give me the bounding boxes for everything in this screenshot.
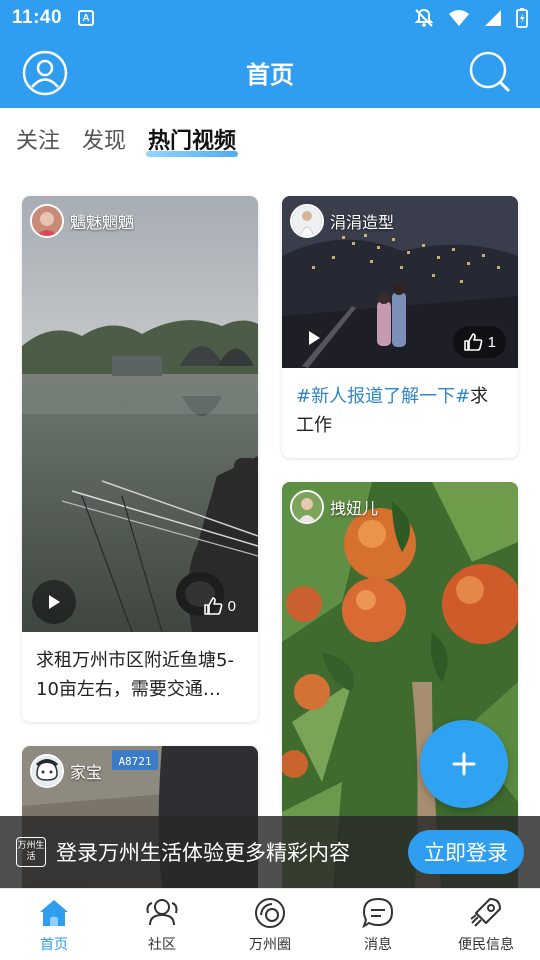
user-avatar-icon <box>22 50 68 96</box>
rocket-icon <box>470 898 501 927</box>
bottom-navigation: 首页 社区 万州圈 消息 便民信息 <box>0 888 540 960</box>
author-avatar <box>290 490 324 524</box>
plate-text: A8721 <box>118 755 151 768</box>
video-thumbnail: 魑魅魍魉 0 <box>22 196 258 632</box>
nav-convenience-info[interactable]: 便民信息 <box>432 889 540 960</box>
feed-card-fishing[interactable]: 魑魅魍魉 0 求租万州市区附近鱼塘5-10亩左右，需要交通… <box>22 196 258 722</box>
circle-icon <box>255 898 285 928</box>
card-caption: #新人报道了解一下#求工作 <box>296 386 489 436</box>
category-tabs: 关注 发现 热门视频 <box>0 108 540 170</box>
signal-icon <box>485 10 501 26</box>
login-prompt-banner: 万州生活 登录万州生活体验更多精彩内容 立即登录 <box>0 816 540 888</box>
play-button[interactable] <box>32 580 76 624</box>
thumbs-up-icon <box>463 333 483 351</box>
nav-wanzhou-circle[interactable]: 万州圈 <box>216 889 324 960</box>
hashtag[interactable]: #新人报道了解一下# <box>296 386 470 407</box>
notification-a-icon: A <box>78 10 95 26</box>
app-bar: 首页 <box>0 36 540 108</box>
feed-card-night[interactable]: 涓涓造型 1 #新人报道了解一下#求工作 <box>282 196 518 458</box>
battery-icon <box>516 8 528 28</box>
card-author[interactable]: 魑魅魍魉 <box>30 204 134 238</box>
profile-button[interactable] <box>22 50 68 96</box>
login-prompt-text: 登录万州生活体验更多精彩内容 <box>56 841 350 865</box>
home-icon <box>40 900 68 926</box>
nav-home[interactable]: 首页 <box>0 889 108 960</box>
search-icon <box>469 51 510 92</box>
card-caption: 求租万州市区附近鱼塘5-10亩左右，需要交通… <box>36 650 234 700</box>
like-count: 0 <box>227 597 236 615</box>
page-title: 首页 <box>246 60 294 89</box>
status-icons <box>414 8 528 28</box>
play-icon <box>309 331 320 345</box>
app-screen: 11:40 A 首页 关注 发现 热门视频 魑魅魍魉 0 求租万州市区附近鱼塘5… <box>0 0 540 960</box>
author-name: 涓涓造型 <box>330 213 395 232</box>
nav-community[interactable]: 社区 <box>108 889 216 960</box>
search-button[interactable] <box>468 50 512 94</box>
author-name: 拽妞儿 <box>330 499 379 518</box>
card-author[interactable]: 家宝 <box>30 754 102 788</box>
author-avatar <box>30 754 64 788</box>
login-button[interactable]: 立即登录 <box>408 830 524 874</box>
message-icon <box>362 897 394 929</box>
card-author[interactable]: 拽妞儿 <box>290 490 378 524</box>
play-button[interactable] <box>296 320 332 356</box>
bell-off-icon <box>414 8 434 27</box>
author-name: 魑魅魍魉 <box>70 213 135 232</box>
author-avatar <box>290 204 324 238</box>
fishing-scene-image <box>22 196 258 632</box>
tab-discover[interactable]: 发现 <box>82 123 126 155</box>
status-time: 11:40 <box>12 7 63 28</box>
nav-messages[interactable]: 消息 <box>324 889 432 960</box>
card-author[interactable]: 涓涓造型 <box>290 204 394 238</box>
create-post-button[interactable] <box>420 720 508 808</box>
status-bar: 11:40 A <box>0 0 540 36</box>
like-button[interactable]: 0 <box>193 590 246 622</box>
like-button[interactable]: 1 <box>452 326 506 358</box>
author-name: 家宝 <box>70 763 103 782</box>
video-thumbnail: 涓涓造型 1 <box>282 196 518 368</box>
thumbs-up-icon <box>203 597 223 615</box>
play-icon <box>49 595 60 609</box>
like-count: 1 <box>487 333 496 351</box>
plus-icon <box>452 752 476 776</box>
community-icon <box>146 899 178 926</box>
app-logo: 万州生活 <box>16 837 46 867</box>
tab-hot-videos[interactable]: 热门视频 <box>146 123 239 157</box>
author-avatar <box>30 204 64 238</box>
wifi-icon <box>449 10 469 26</box>
tab-follow[interactable]: 关注 <box>16 123 60 155</box>
